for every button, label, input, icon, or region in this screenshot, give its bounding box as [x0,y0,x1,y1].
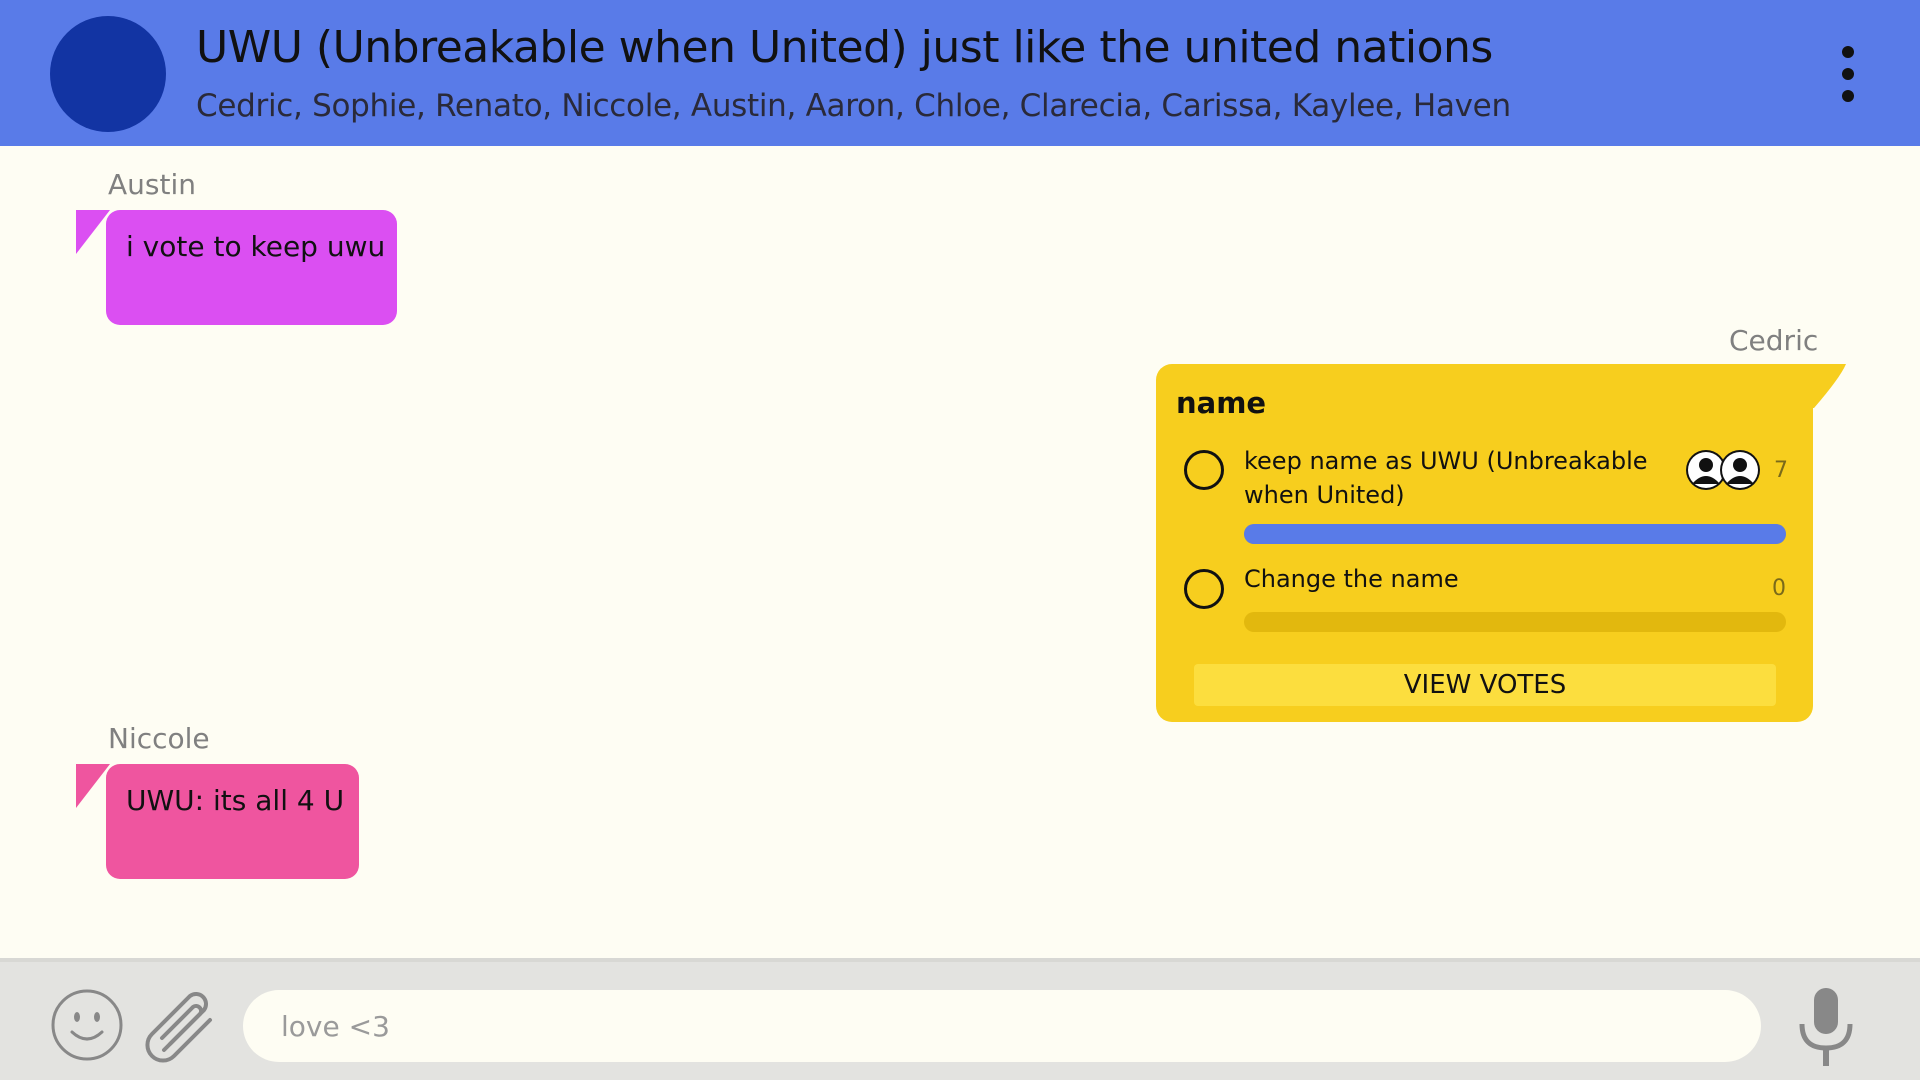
kebab-menu-icon[interactable] [1830,46,1866,102]
poll-option-text: Change the name [1244,565,1459,593]
poll-option-radio[interactable] [1184,450,1224,490]
group-avatar[interactable] [50,16,166,132]
view-votes-button[interactable]: VIEW VOTES [1194,664,1776,706]
smiley-icon[interactable] [50,988,124,1062]
vote-count: 0 [1772,576,1786,601]
user-avatar-icon [1720,450,1760,490]
message-input[interactable] [243,990,1761,1062]
message-text: UWU: its all 4 U [126,784,345,817]
vote-count: 7 [1774,458,1788,483]
group-title: UWU (Unbreakable when United) just like … [196,22,1493,73]
message-sender: Austin [108,168,196,201]
composer-bar [0,958,1920,1080]
message-bubble: UWU: its all 4 U [76,764,359,879]
poll-option-radio[interactable] [1184,569,1224,609]
poll-bar-track [1244,524,1786,544]
bubble-tail [76,210,110,254]
message-bubble: i vote to keep uwu [76,210,397,325]
poll-sender: Cedric [1729,324,1819,357]
chat-header: UWU (Unbreakable when United) just like … [0,0,1920,146]
group-members: Cedric, Sophie, Renato, Niccole, Austin,… [196,88,1511,124]
bubble-tail [76,764,110,808]
poll-option-text: keep name as UWU (Unbreakable when Unite… [1244,447,1648,509]
poll-title: name [1176,386,1267,420]
paperclip-icon[interactable] [142,988,224,1064]
microphone-icon[interactable] [1796,986,1856,1070]
message-sender: Niccole [108,722,210,755]
poll-card: name keep name as UWU (Unbreakable when … [1156,364,1813,722]
message-text: i vote to keep uwu [126,230,386,263]
poll-bar-fill [1244,524,1786,544]
poll-bar-track [1244,612,1786,632]
